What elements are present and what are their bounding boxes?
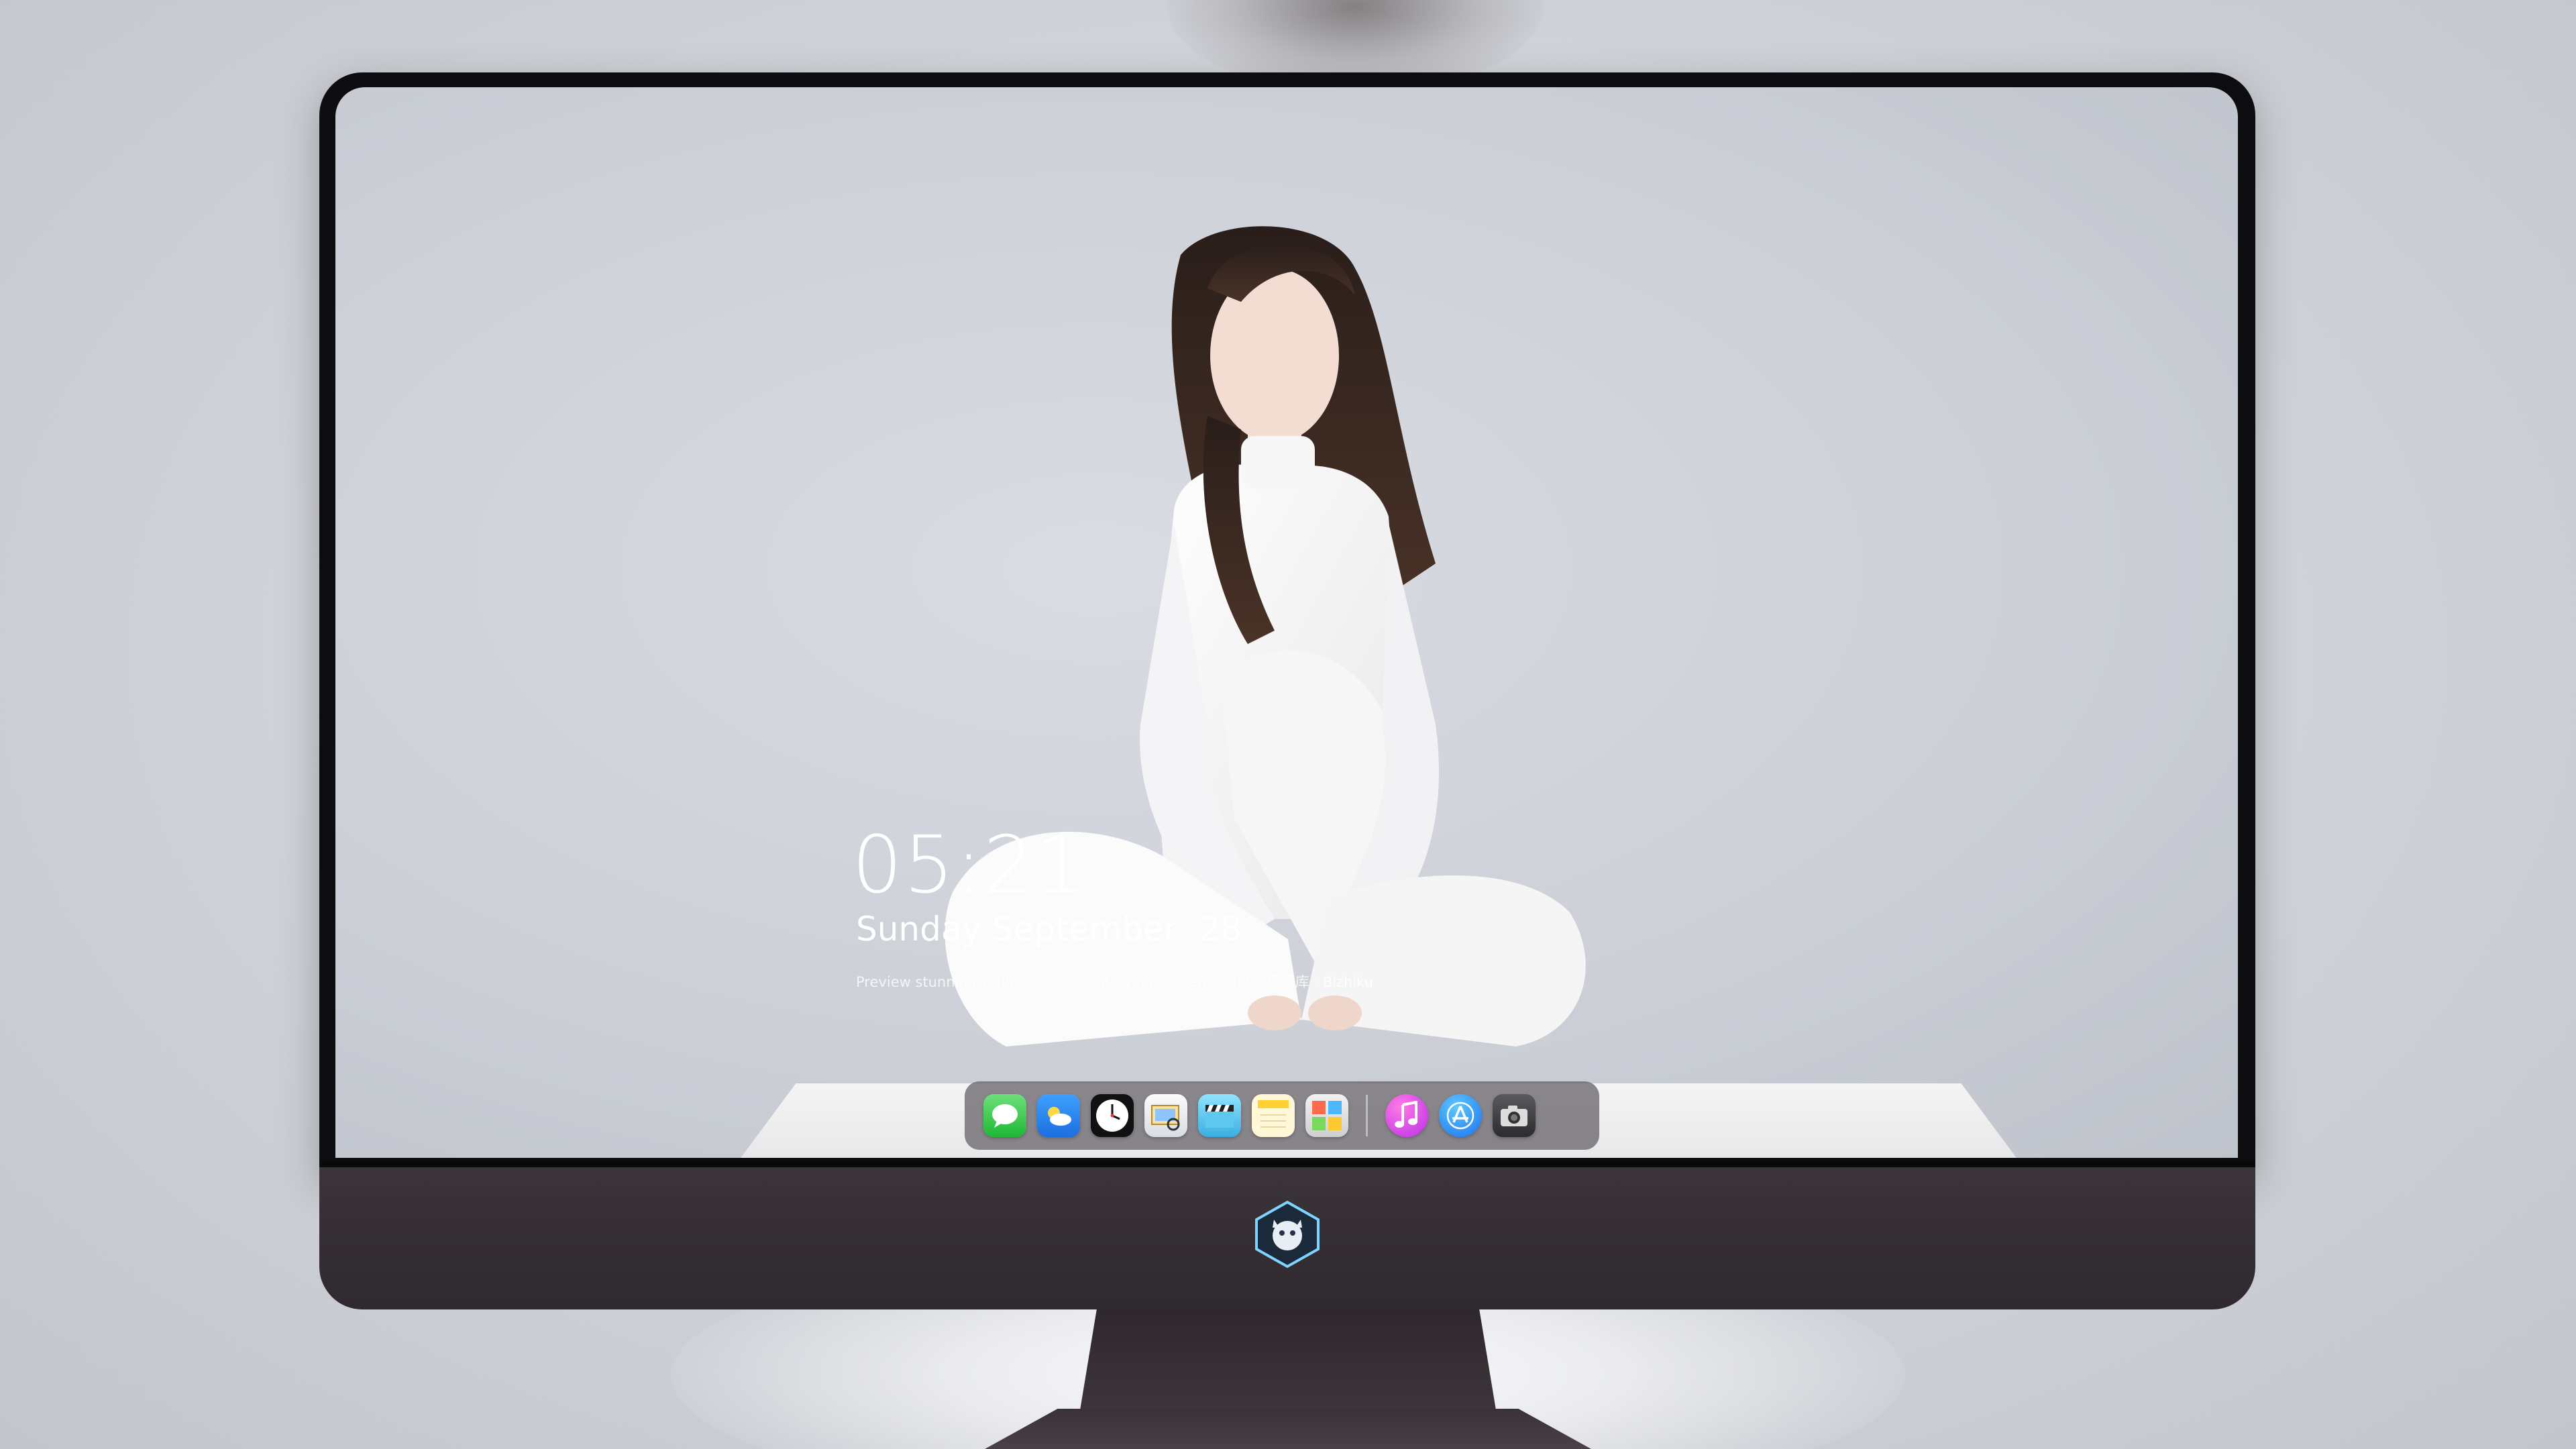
preview-icon[interactable] [1144,1094,1187,1137]
dock [965,1081,1599,1150]
notes-icon[interactable] [1252,1094,1295,1137]
wallpaper-caption: Preview stunning wallpapers. Elevate you… [856,974,1373,990]
monitor-bezel: 05:21 Sunday September 28 Preview stunni… [319,72,2255,1173]
photo-booth-icon[interactable] [1305,1094,1348,1137]
dock-separator [1366,1095,1368,1136]
app-store-icon[interactable] [1439,1094,1482,1137]
clapperboard-icon[interactable] [1198,1094,1241,1137]
clock-icon[interactable] [1091,1094,1134,1137]
lock-clock: 05:21 [852,818,1087,911]
desktop-screen: 05:21 Sunday September 28 Preview stunni… [335,87,2238,1158]
monitor-stand-neck [1080,1309,1496,1410]
messages-icon[interactable] [983,1094,1026,1137]
lock-date: Sunday September 28 [856,910,1242,949]
brand-logo-icon [1255,1200,1320,1269]
music-note-icon[interactable] [1385,1094,1428,1137]
camera-icon[interactable] [1493,1094,1536,1137]
monitor-stand-foot [985,1409,1591,1449]
wallpaper-figure [945,226,1586,1046]
weather-icon[interactable] [1037,1094,1080,1137]
